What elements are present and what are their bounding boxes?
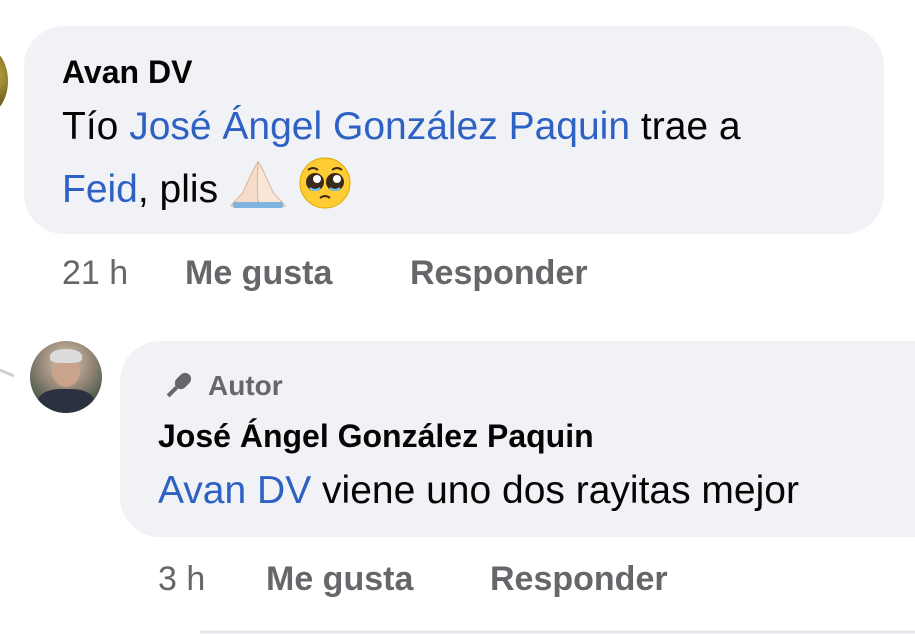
comment-text-line-1: Tío José Ángel González Paquin trae a — [62, 98, 741, 156]
reply-author-name[interactable]: José Ángel González Paquin — [158, 418, 594, 455]
reply-reply-button[interactable]: Responder — [490, 560, 668, 599]
mention-link[interactable]: Feid — [62, 168, 138, 211]
avatar-shirt — [38, 389, 94, 413]
commenter-avatar[interactable] — [0, 48, 8, 114]
comment-reply-button[interactable]: Responder — [410, 254, 588, 293]
microphone-icon — [166, 372, 192, 398]
comment-text-suffix: , plis — [137, 167, 229, 211]
avatar-hair — [50, 349, 82, 363]
next-reply-divider — [200, 630, 915, 634]
comment-text-prefix: Tío — [62, 105, 130, 148]
reply-text-body: viene uno dos rayitas mejor — [311, 469, 799, 512]
praying-hands-emoji-icon — [229, 158, 287, 225]
comment-text-mid: trae a — [630, 105, 741, 148]
comment-like-button[interactable]: Me gusta — [185, 254, 332, 293]
author-badge: Autor — [160, 368, 283, 404]
mention-link[interactable]: José Ángel González Paquin — [129, 105, 630, 148]
pleading-face-emoji-icon — [298, 156, 352, 227]
thread-connector — [0, 368, 15, 378]
reply-timestamp[interactable]: 3 h — [158, 560, 205, 599]
reply-text: Avan DV viene uno dos rayitas mejor — [158, 462, 799, 520]
comment-timestamp[interactable]: 21 h — [62, 254, 128, 293]
mention-link[interactable]: Avan DV — [158, 469, 311, 512]
comment-author-name[interactable]: Avan DV — [62, 54, 192, 91]
reply-author-avatar[interactable] — [30, 341, 102, 413]
reply-like-button[interactable]: Me gusta — [266, 560, 413, 599]
comments-thread: Avan DV Tío José Ángel González Paquin t… — [0, 0, 915, 634]
comment-text-line-2: Feid, plis — [62, 156, 352, 227]
author-badge-label: Autor — [208, 370, 283, 401]
